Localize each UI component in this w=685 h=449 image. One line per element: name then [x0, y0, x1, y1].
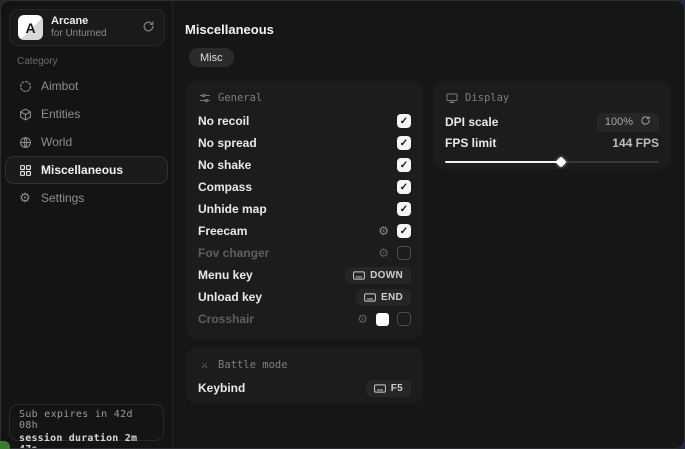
setting-row-fps-limit: FPS limit 144 FPS	[445, 134, 659, 152]
session-duration-text: session duration 2m 47s	[19, 433, 154, 449]
setting-row-crosshair: Crosshair ⚙	[198, 308, 411, 330]
grid-icon	[18, 163, 32, 177]
app-logo: A	[18, 15, 43, 40]
color-swatch[interactable]	[376, 313, 389, 326]
panel-title: Battle mode	[218, 359, 288, 371]
panel-title: General	[218, 92, 262, 104]
app-window: A Arcane for Unturned Category Aimbot	[0, 0, 685, 449]
setting-row-menu-key: Menu key DOWN	[198, 264, 411, 286]
cube-icon	[18, 107, 32, 121]
keybind-button-unload-key[interactable]: END	[356, 289, 411, 306]
setting-row-freecam: Freecam ⚙ ✓	[198, 220, 411, 242]
setting-row-unload-key: Unload key END	[198, 286, 411, 308]
setting-row-no-spread: No spread ✓	[198, 132, 411, 154]
gear-icon[interactable]: ⚙	[378, 247, 389, 259]
panel-title: Display	[465, 92, 509, 104]
setting-row-no-recoil: No recoil ✓	[198, 110, 411, 132]
sidebar-item-label: Aimbot	[41, 79, 78, 93]
checkbox-unhide-map[interactable]: ✓	[397, 202, 411, 216]
panel-general: General No recoil ✓ No spread ✓ No shake…	[186, 81, 423, 339]
sidebar: A Arcane for Unturned Category Aimbot	[1, 1, 173, 448]
app-subtitle: for Unturned	[51, 28, 132, 40]
checkbox-fov-changer[interactable]	[397, 246, 411, 260]
monitor-icon	[445, 92, 458, 104]
slider-thumb[interactable]	[555, 156, 566, 167]
keybind-button-battle-mode[interactable]: F5	[366, 380, 411, 397]
sidebar-nav: Aimbot Entities World	[5, 72, 168, 212]
sidebar-item-miscellaneous[interactable]: Miscellaneous	[5, 156, 168, 184]
desktop-artifact	[0, 441, 10, 449]
keyboard-icon	[374, 384, 386, 393]
sidebar-item-label: Settings	[41, 191, 84, 205]
panel-battle-mode: ⚔ Battle mode Keybind F5	[186, 347, 423, 404]
setting-row-fov-changer: Fov changer ⚙	[198, 242, 411, 264]
keyboard-icon	[353, 271, 365, 280]
panel-display: Display DPI scale 100% FPS limit 144 FPS	[433, 81, 671, 169]
setting-row-compass: Compass ✓	[198, 176, 411, 198]
sync-icon[interactable]	[140, 20, 156, 36]
sidebar-item-label: Miscellaneous	[41, 163, 123, 177]
swords-icon: ⚔	[198, 358, 211, 371]
tab-misc[interactable]: Misc	[189, 48, 234, 67]
dpi-scale-value: 100%	[605, 116, 633, 128]
sidebar-item-label: Entities	[41, 107, 80, 121]
gear-icon: ⚙	[18, 191, 32, 205]
setting-row-dpi-scale: DPI scale 100%	[445, 110, 659, 134]
page-title: Miscellaneous	[185, 22, 274, 37]
checkbox-crosshair[interactable]	[397, 312, 411, 326]
sidebar-item-entities[interactable]: Entities	[5, 100, 168, 128]
checkbox-freecam[interactable]: ✓	[397, 224, 411, 238]
checkbox-compass[interactable]: ✓	[397, 180, 411, 194]
checkbox-no-recoil[interactable]: ✓	[397, 114, 411, 128]
sidebar-item-label: World	[41, 135, 72, 149]
setting-row-no-shake: No shake ✓	[198, 154, 411, 176]
fps-limit-value: 144 FPS	[612, 136, 659, 150]
gear-icon[interactable]: ⚙	[357, 313, 368, 325]
checkbox-no-shake[interactable]: ✓	[397, 158, 411, 172]
main-content: Miscellaneous Misc General No recoil ✓ N…	[174, 1, 684, 448]
dpi-scale-control[interactable]: 100%	[597, 113, 659, 132]
globe-icon	[18, 135, 32, 149]
keybind-button-menu-key[interactable]: DOWN	[345, 267, 411, 284]
sub-expiry-text: Sub expires in 42d 08h	[19, 409, 154, 431]
crosshair-icon	[18, 79, 32, 93]
app-title: Arcane	[51, 15, 132, 28]
sliders-icon	[198, 92, 211, 104]
checkbox-no-spread[interactable]: ✓	[397, 136, 411, 150]
fps-limit-slider[interactable]	[445, 157, 659, 167]
gear-icon[interactable]: ⚙	[378, 225, 389, 237]
sidebar-item-world[interactable]: World	[5, 128, 168, 156]
subscription-info: Sub expires in 42d 08h session duration …	[9, 404, 164, 441]
sidebar-item-aimbot[interactable]: Aimbot	[5, 72, 168, 100]
keyboard-icon	[364, 293, 376, 302]
sidebar-item-settings[interactable]: ⚙ Settings	[5, 184, 168, 212]
logo-card: A Arcane for Unturned	[9, 9, 165, 46]
reset-icon[interactable]	[640, 115, 651, 129]
setting-row-battle-keybind: Keybind F5	[198, 377, 411, 399]
category-label: Category	[17, 56, 58, 67]
setting-row-unhide-map: Unhide map ✓	[198, 198, 411, 220]
